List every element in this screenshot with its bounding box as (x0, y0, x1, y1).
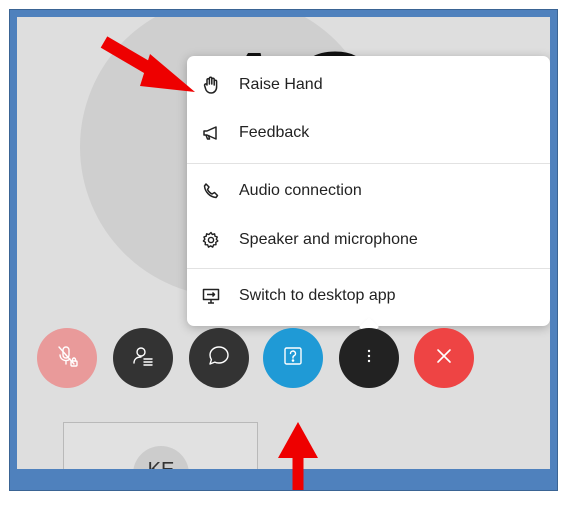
arrow-to-q-and-a (278, 422, 318, 490)
arrow-to-raise-hand (100, 36, 195, 92)
annotation-arrows (100, 36, 318, 490)
